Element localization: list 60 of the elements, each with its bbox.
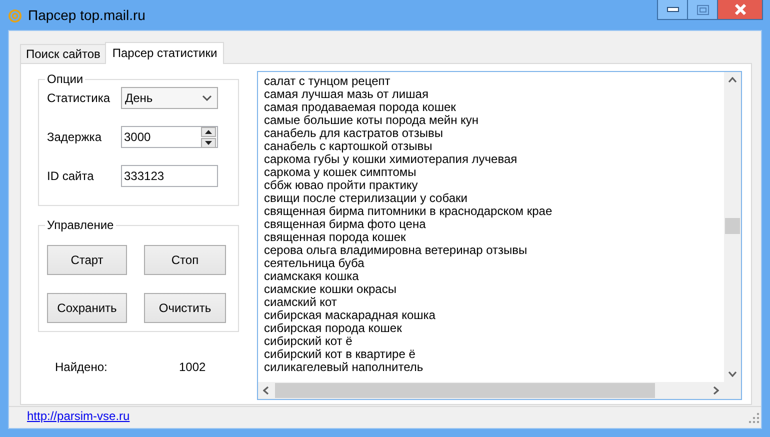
list-item[interactable]: священная порода кошек	[264, 231, 724, 244]
maximize-icon	[696, 4, 708, 14]
minimize-button[interactable]	[657, 0, 687, 20]
list-item[interactable]: сибирский кот в квартире ё	[264, 348, 724, 361]
vertical-scrollbar[interactable]	[724, 72, 741, 382]
list-item[interactable]: сиамский кот	[264, 296, 724, 309]
close-icon	[734, 4, 746, 15]
list-item[interactable]: сиамскакя кошка	[264, 270, 724, 283]
close-button[interactable]	[717, 0, 763, 20]
list-item[interactable]: священная бирма питомники в краснодарском крае	[264, 205, 724, 218]
chevron-right-icon	[713, 386, 719, 395]
spin-up-button[interactable]	[201, 126, 216, 136]
list-item[interactable]: сеятельница буба	[264, 257, 724, 270]
list-item[interactable]: самая лучшая мазь от лишая	[264, 88, 724, 101]
chevron-left-icon	[263, 386, 269, 395]
spin-down-button[interactable]	[201, 138, 216, 148]
list-item[interactable]: саркома у кошек симптомы	[264, 166, 724, 179]
found-label: Найдено:	[55, 360, 108, 374]
group-title: Опции	[46, 72, 84, 86]
found-count: 1002	[179, 360, 206, 374]
field-label: Задержка	[47, 130, 102, 144]
scroll-thumb[interactable]	[725, 218, 740, 234]
list-item[interactable]: санабель для кастратов отзывы	[264, 127, 724, 140]
list-item[interactable]: самые большие коты порода мейн кун	[264, 114, 724, 127]
list-item[interactable]: сибирская порода кошек	[264, 322, 724, 335]
list-item[interactable]: самая продаваемая порода кошек	[264, 101, 724, 114]
up-arrow-icon	[205, 130, 212, 134]
list-item[interactable]: сббж ювао пройти практику	[264, 179, 724, 192]
action-button[interactable]: Старт	[47, 245, 127, 275]
chevron-up-icon	[728, 77, 737, 83]
down-arrow-icon	[205, 140, 212, 144]
group-title: Управление	[46, 218, 115, 232]
resize-grip-icon[interactable]	[749, 413, 759, 423]
list-item[interactable]: сиамские кошки окрасы	[264, 283, 724, 296]
tab[interactable]: Поиск сайтов	[20, 44, 106, 63]
action-button[interactable]: Сохранить	[47, 293, 127, 323]
number-field[interactable]: 3000	[121, 126, 218, 148]
list-item[interactable]: саркома губы у кошки химиотерапия лучевая	[264, 153, 724, 166]
list-item[interactable]: священная бирма фото цена	[264, 218, 724, 231]
list-item[interactable]: серова ольга владимировна ветеринар отзывы	[264, 244, 724, 257]
minimize-icon	[666, 7, 678, 12]
list-item[interactable]: сибирская маскарадная кошка	[264, 309, 724, 322]
field-label: Статистика	[47, 91, 112, 105]
window-title: Парсер top.mail.ru	[28, 7, 146, 23]
list-item[interactable]: силикагелевый наполнитель	[264, 361, 724, 374]
field-label: ID сайта	[47, 169, 95, 183]
list-item[interactable]: салат с тунцом рецепт	[264, 75, 724, 88]
website-link[interactable]: http://parsim-vse.ru	[27, 409, 130, 423]
list-item[interactable]: свищи после стерилизации у собаки	[264, 192, 724, 205]
action-button[interactable]: Стоп	[144, 245, 226, 275]
action-button[interactable]: Очистить	[144, 293, 226, 323]
horizontal-scrollbar[interactable]	[258, 382, 724, 399]
chevron-down-icon	[202, 95, 212, 101]
scroll-thumb[interactable]	[275, 383, 655, 398]
dropdown[interactable]: День	[121, 87, 218, 109]
list-item[interactable]: санабель с картошкой отзывы	[264, 140, 724, 153]
chevron-down-icon	[728, 371, 737, 377]
list-item[interactable]: сибирский кот ё	[264, 335, 724, 348]
tab[interactable]: Парсер статистики	[105, 42, 224, 64]
input-field[interactable]: 333123	[121, 165, 218, 187]
